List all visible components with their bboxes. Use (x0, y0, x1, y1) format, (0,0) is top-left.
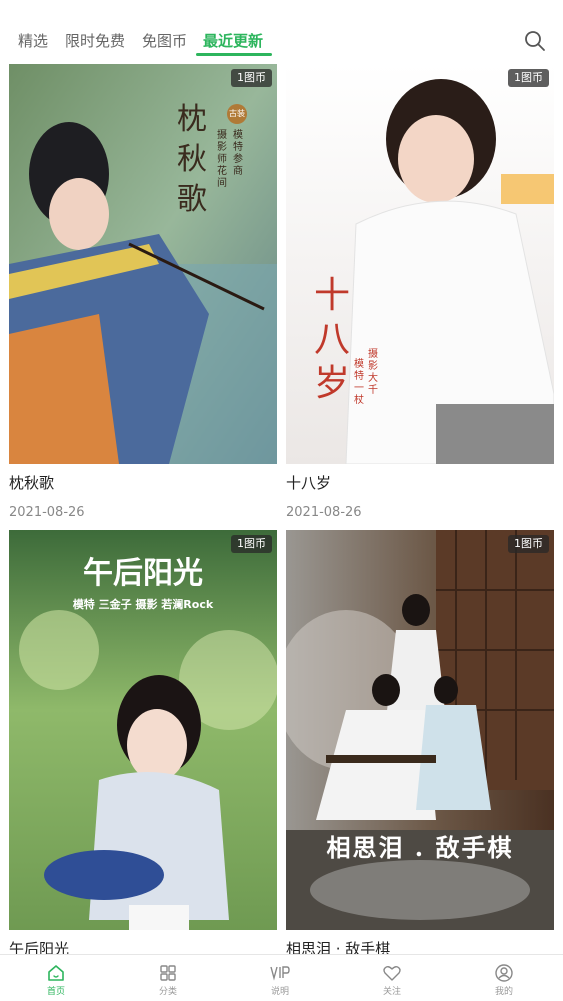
tab-limited-free[interactable]: 限时免费 (65, 30, 125, 51)
album-title[interactable]: 午后阳光 (9, 938, 69, 954)
heart-icon (383, 966, 401, 981)
poster-tag: 古装 (227, 104, 247, 124)
album-thumbnail[interactable]: 午后阳光 模特 三金子 摄影 若澜Rock 1图币 (9, 530, 277, 930)
album-card[interactable]: 十八岁 摄影 大千 模特 一杖 1图币 十八岁 2021-08-26 (286, 64, 554, 534)
search-button[interactable] (522, 28, 548, 54)
nav-profile[interactable]: 我的 (448, 955, 560, 1001)
album-cover-image (286, 530, 554, 930)
profile-icon (495, 964, 513, 982)
album-card[interactable]: 枕秋歌 古装 模特 参商 摄影师 花间 1图币 枕秋歌 2021-08-26 (9, 64, 277, 534)
poster-credit-photographer: 摄影 大千 (368, 349, 378, 396)
nav-category[interactable]: 分类 (112, 955, 224, 1001)
home-icon (48, 965, 64, 981)
album-title[interactable]: 十八岁 (286, 472, 331, 493)
price-badge: 1图币 (231, 535, 272, 553)
poster-credit-model: 模特 一杖 (354, 359, 364, 406)
nav-follow-label: 关注 (382, 987, 401, 997)
nav-info[interactable]: 说明 (224, 955, 336, 1001)
price-badge: 1图币 (231, 69, 272, 87)
nav-home[interactable]: 首页 (0, 955, 112, 1001)
grid-icon (160, 965, 176, 981)
search-icon (525, 31, 545, 51)
tab-featured[interactable]: 精选 (18, 30, 48, 51)
vip-icon (270, 966, 290, 981)
nav-home-label: 首页 (46, 987, 65, 997)
poster-title: 相思泪 . 敌手棋 (326, 833, 514, 862)
price-badge: 1图币 (508, 69, 549, 87)
album-date: 2021-08-26 (9, 505, 85, 520)
album-thumbnail[interactable]: 相思泪 . 敌手棋 1图币 (286, 530, 554, 930)
album-thumbnail[interactable]: 枕秋歌 古装 模特 参商 摄影师 花间 1图币 (9, 64, 277, 464)
album-card[interactable]: 午后阳光 模特 三金子 摄影 若澜Rock 1图币 午后阳光 (9, 530, 277, 954)
nav-follow[interactable]: 关注 (336, 955, 448, 1001)
nav-info-label: 说明 (270, 987, 289, 997)
price-badge: 1图币 (508, 535, 549, 553)
tab-no-coin[interactable]: 免图币 (142, 30, 187, 51)
album-cover-image (9, 64, 277, 464)
photo-feed: 枕秋歌 古装 模特 参商 摄影师 花间 1图币 枕秋歌 2021-08-26 十… (0, 58, 563, 954)
album-card[interactable]: 相思泪 . 敌手棋 1图币 相思泪 · 敌手棋 (286, 530, 554, 954)
album-thumbnail[interactable]: 十八岁 摄影 大千 模特 一杖 1图币 (286, 64, 554, 464)
poster-credit: 模特 三金子 摄影 若澜Rock (72, 598, 214, 611)
nav-profile-label: 我的 (494, 987, 513, 997)
active-tab-indicator (196, 53, 272, 56)
poster-title-vertical: 枕秋歌 (177, 102, 207, 217)
album-title[interactable]: 枕秋歌 (9, 472, 54, 493)
poster-title-vertical: 十八岁 (314, 275, 351, 404)
album-title[interactable]: 相思泪 · 敌手棋 (286, 938, 390, 954)
bottom-navigation: 首页 分类 说明 关注 我的 (0, 954, 563, 1001)
top-tab-bar: 精选 限时免费 免图币 最近更新 (0, 0, 563, 58)
tab-recent-updates[interactable]: 最近更新 (203, 30, 263, 51)
nav-category-label: 分类 (158, 987, 177, 997)
poster-title: 午后阳光 (83, 556, 203, 591)
poster-credit-photographer: 摄影师 花间 (217, 130, 227, 189)
poster-credit-model: 模特 参商 (233, 130, 243, 177)
album-date: 2021-08-26 (286, 505, 362, 520)
